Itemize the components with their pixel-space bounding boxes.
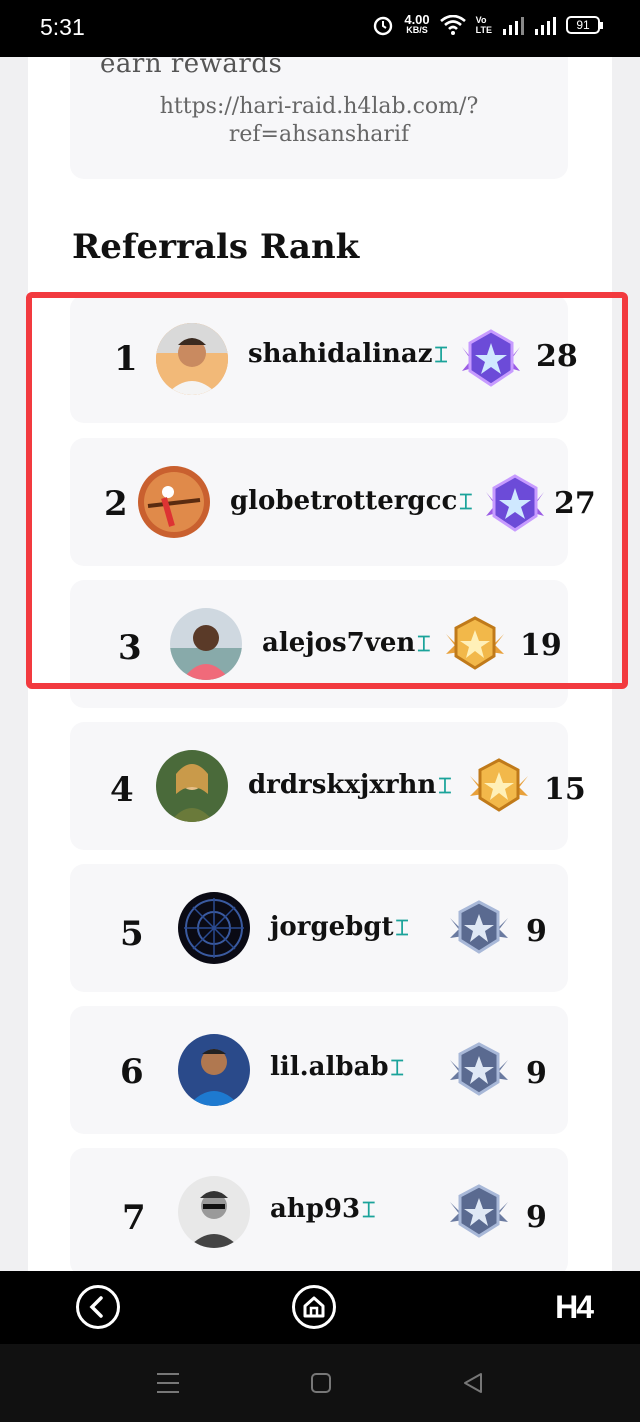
referral-count: 9 [526,1200,547,1235]
status-time: 5:31 [40,14,85,40]
back-triangle-icon[interactable] [462,1372,484,1394]
rank-row[interactable]: 4 drdrskxjxrhn⌶ 15 [70,722,586,850]
rank-number: 4 [110,770,134,810]
verified-icon: ⌶ [390,1055,404,1081]
referral-count: 9 [526,1056,547,1091]
username-text[interactable]: jorgebgt [270,912,394,942]
rank-number: 7 [122,1198,146,1238]
username-text[interactable]: lil.albab [270,1052,389,1082]
recent-apps-icon[interactable] [156,1372,180,1394]
verified-icon: ⌶ [395,915,409,941]
h4-logo[interactable]: H4 [555,1289,594,1326]
referral-card: earn rewards https://hari-raid.h4lab.com… [70,57,568,179]
rank-row[interactable]: 7 ahp93⌶ 9 [70,1148,568,1271]
avatar [178,1176,250,1248]
username-text[interactable]: drdrskxjxrhn [248,770,436,800]
referral-count: 9 [526,914,547,949]
speed-unit: KB/S [406,25,428,35]
status-icons: 4.00 KB/S Vo LTE 91 [372,13,603,36]
rank-row[interactable]: 5 jorgebgt⌶ 9 [70,864,568,992]
avatar [178,892,250,964]
referral-link[interactable]: https://hari-raid.h4lab.com/? ref=ahsans… [70,93,568,149]
status-bar: 5:31 4.00 KB/S Vo LTE 91 [0,0,640,57]
username[interactable]: drdrskxjxrhn⌶ [248,770,452,800]
signal-icon-2 [535,17,556,35]
home-icon [303,1296,325,1318]
battery-icon: 91 [566,16,603,34]
verified-icon: ⌶ [438,773,452,799]
home-square-icon[interactable] [310,1372,332,1394]
username[interactable]: lil.albab⌶ [270,1052,404,1082]
volte-top: Vo [475,15,487,25]
app-nav-bar: H4 [0,1271,640,1344]
referral-count: 15 [544,772,586,807]
system-nav-bar [0,1344,640,1422]
verified-icon: ⌶ [362,1197,376,1223]
silver-star-badge-icon [450,1184,508,1238]
silver-star-badge-icon [450,1042,508,1096]
back-button[interactable] [76,1285,120,1329]
referral-title: earn rewards [100,57,283,79]
referral-link-line2[interactable]: ref=ahsansharif [70,121,568,149]
home-button[interactable] [292,1285,336,1329]
username[interactable]: ahp93⌶ [270,1194,375,1224]
rank-row[interactable]: 6 lil.albab⌶ 9 [70,1006,568,1134]
highlight-box [26,292,628,689]
alarm-icon [374,16,393,36]
username-text[interactable]: ahp93 [270,1194,360,1224]
referral-link-line1[interactable]: https://hari-raid.h4lab.com/? [70,93,568,121]
network-speed: 4.00 KB/S [404,13,429,36]
chevron-left-icon [89,1296,103,1318]
rank-number: 6 [120,1052,144,1092]
section-title: Referrals Rank [72,227,360,267]
avatar [156,750,228,822]
gold-star-badge-icon [470,758,528,812]
avatar [178,1034,250,1106]
silver-star-badge-icon [450,900,508,954]
volte-indicator: Vo LTE [476,15,492,35]
volte-bottom: LTE [475,25,492,35]
signal-icon-1 [503,17,524,35]
wifi-icon [439,15,466,35]
username[interactable]: jorgebgt⌶ [270,912,409,942]
rank-number: 5 [120,914,144,954]
